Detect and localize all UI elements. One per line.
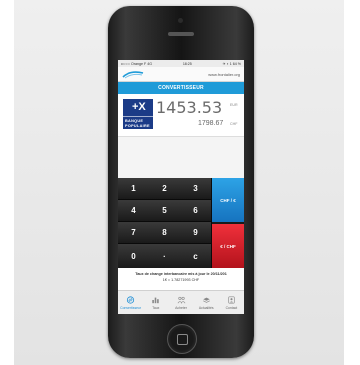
key-7[interactable]: 7 bbox=[118, 222, 150, 244]
home-square-icon bbox=[177, 334, 188, 345]
earpiece-speaker bbox=[168, 32, 194, 36]
rate-value-text: 1€ = 1.78271993 CHF bbox=[162, 278, 200, 282]
site-url[interactable]: www.frontalier.org bbox=[208, 72, 240, 77]
clock-label: 18:25 bbox=[182, 61, 192, 66]
page-title: CONVERTISSEUR bbox=[158, 85, 204, 91]
key-6[interactable]: 6 bbox=[180, 200, 212, 222]
input-currency: EUR bbox=[230, 103, 238, 107]
people-icon bbox=[177, 296, 185, 304]
converted-amount: 1798.67 bbox=[198, 120, 224, 127]
tab-label: Actualités bbox=[198, 306, 214, 310]
bottom-tab-bar: Convertisseur Taux Acheter Actualités Co… bbox=[118, 290, 244, 314]
bank-name-line1: BANQUE bbox=[125, 119, 144, 123]
converter-title-bar: CONVERTISSEUR bbox=[118, 82, 244, 94]
carrier-label: ••○○○ Orange F 4G bbox=[121, 61, 152, 66]
amount-panel: +X BANQUE POPULAIRE 1453.53 EUR 1798.67 … bbox=[118, 94, 244, 137]
exchange-icon bbox=[126, 296, 135, 304]
input-amount: 1453.53 bbox=[156, 98, 223, 117]
key-clear[interactable]: c bbox=[180, 244, 212, 269]
key-9[interactable]: 9 bbox=[180, 222, 212, 244]
tab-label: Contact bbox=[225, 306, 238, 310]
key-3[interactable]: 3 bbox=[180, 178, 212, 200]
bank-logo-text: BANQUE POPULAIRE bbox=[125, 119, 150, 128]
eur-to-chf-button[interactable]: € / CHF bbox=[212, 224, 244, 268]
layers-icon bbox=[202, 297, 210, 303]
bank-name-line2: POPULAIRE bbox=[125, 123, 150, 128]
front-camera bbox=[178, 18, 183, 23]
iphone-device: ••○○○ Orange F 4G 18:25 ✈ ◗ 1 64 % www.f… bbox=[108, 6, 254, 358]
tab-acheter[interactable]: Acheter bbox=[168, 291, 193, 314]
key-0[interactable]: 0 bbox=[118, 244, 150, 269]
battery-label: ✈ ◗ 1 64 % bbox=[222, 61, 241, 66]
frontalier-logo-icon[interactable] bbox=[122, 70, 144, 79]
bars-icon bbox=[152, 297, 159, 304]
key-decimal[interactable]: · bbox=[149, 244, 181, 269]
bank-logo-symbol: +X bbox=[132, 101, 146, 113]
key-5[interactable]: 5 bbox=[149, 200, 181, 222]
tab-convertisseur[interactable]: Convertisseur bbox=[118, 291, 143, 314]
home-button[interactable] bbox=[167, 324, 197, 354]
exchange-rate-info: Taux de change interbancaire mis à jour … bbox=[118, 268, 244, 290]
bank-logo-divider bbox=[123, 116, 153, 117]
status-bar: ••○○○ Orange F 4G 18:25 ✈ ◗ 1 64 % bbox=[118, 60, 244, 67]
tab-actualites[interactable]: Actualités bbox=[194, 291, 219, 314]
tab-label: Acheter bbox=[175, 306, 187, 310]
tab-contact[interactable]: Contact bbox=[219, 291, 244, 314]
key-4[interactable]: 4 bbox=[118, 200, 150, 222]
key-2[interactable]: 2 bbox=[149, 178, 181, 200]
contact-icon bbox=[228, 296, 235, 304]
chf-to-eur-button[interactable]: CHF / € bbox=[212, 178, 244, 222]
banque-populaire-logo[interactable]: +X BANQUE POPULAIRE bbox=[123, 99, 153, 129]
tab-taux[interactable]: Taux bbox=[143, 291, 168, 314]
tab-label: Convertisseur bbox=[120, 306, 142, 310]
site-header: www.frontalier.org bbox=[118, 67, 244, 82]
converted-currency: CHF bbox=[230, 122, 238, 126]
key-8[interactable]: 8 bbox=[149, 222, 181, 244]
tab-label: Taux bbox=[152, 306, 160, 310]
phone-screen: ••○○○ Orange F 4G 18:25 ✈ ◗ 1 64 % www.f… bbox=[118, 60, 244, 314]
key-1[interactable]: 1 bbox=[118, 178, 150, 200]
numeric-keypad: 1 2 3 4 5 6 7 8 9 0 · c CHF / € € / CHF bbox=[118, 178, 244, 269]
